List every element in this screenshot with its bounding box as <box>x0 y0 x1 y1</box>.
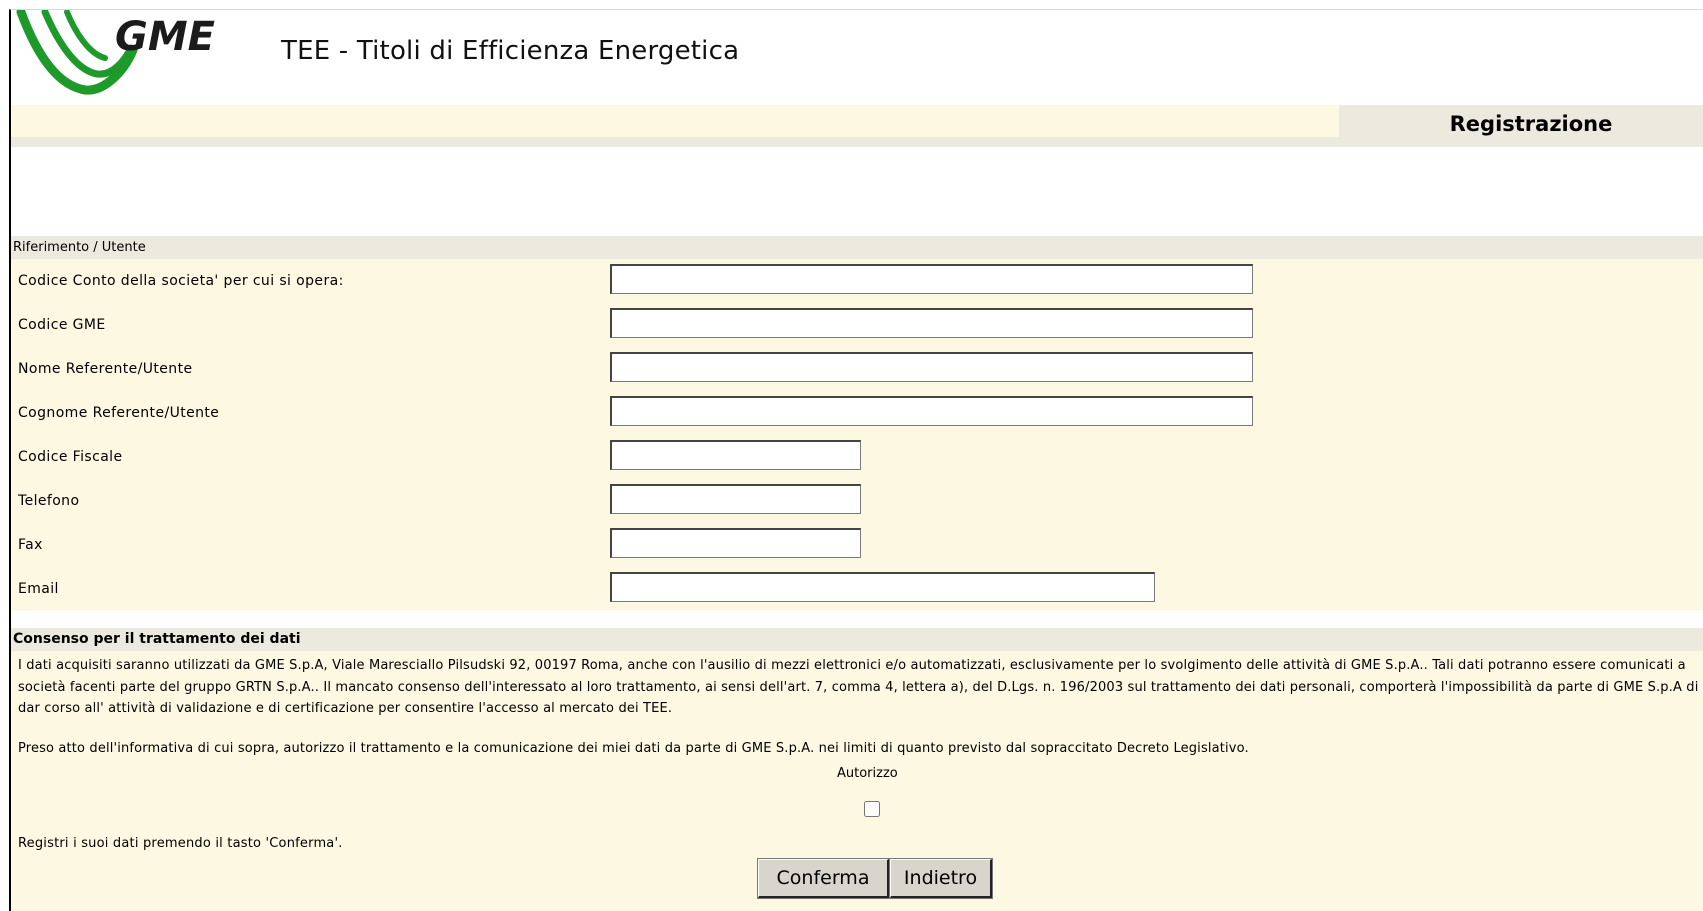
logo-text: GME <box>115 14 215 60</box>
row-nome: Nome Referente/Utente <box>11 347 1703 392</box>
label-fax: Fax <box>18 537 43 553</box>
section-consent-header: Consenso per il trattamento dei dati <box>11 628 1703 651</box>
fax-input[interactable] <box>610 528 861 558</box>
authorize-label: Autorizzo <box>837 766 898 781</box>
gme-logo: GME <box>15 10 215 100</box>
label-telefono: Telefono <box>18 493 80 509</box>
row-codice-gme: Codice GME <box>11 303 1703 348</box>
row-cognome: Cognome Referente/Utente <box>11 391 1703 436</box>
label-email: Email <box>18 581 59 597</box>
back-button[interactable]: Indietro <box>889 858 993 899</box>
row-fax: Fax <box>11 523 1703 568</box>
row-email: Email <box>11 567 1703 612</box>
page-frame: GME TEE - Titoli di Efficienza Energetic… <box>9 9 1703 911</box>
label-cognome: Cognome Referente/Utente <box>18 405 220 421</box>
nome-input[interactable] <box>610 352 1253 382</box>
row-telefono: Telefono <box>11 479 1703 524</box>
app-title: TEE - Titoli di Efficienza Energetica <box>281 36 740 66</box>
row-codice-conto: Codice Conto della societa' per cui si o… <box>11 259 1703 304</box>
page-heading: Registrazione <box>1339 105 1703 142</box>
codice-gme-input[interactable] <box>610 308 1253 338</box>
gme-logo-icon: GME <box>16 10 215 95</box>
confirm-button[interactable]: Conferma <box>757 858 890 899</box>
label-codice-conto: Codice Conto della societa' per cui si o… <box>18 273 344 289</box>
consent-block: I dati acquisiti saranno utilizzati da G… <box>11 651 1703 911</box>
cognome-input[interactable] <box>610 396 1253 426</box>
consent-text: I dati acquisiti saranno utilizzati da G… <box>18 658 1699 716</box>
section-user-header: Riferimento / Utente <box>11 236 1703 259</box>
consent-authorization-text: Preso atto dell'informativa di cui sopra… <box>18 741 1249 756</box>
row-codice-fiscale: Codice Fiscale <box>11 435 1703 480</box>
label-codice-gme: Codice GME <box>18 317 106 333</box>
codice-fiscale-input[interactable] <box>610 440 861 470</box>
email-input[interactable] <box>610 572 1155 602</box>
label-codice-fiscale: Codice Fiscale <box>18 449 123 465</box>
register-hint: Registri i suoi dati premendo il tasto '… <box>18 836 343 851</box>
codice-conto-input[interactable] <box>610 264 1253 294</box>
label-nome: Nome Referente/Utente <box>18 361 193 377</box>
authorize-checkbox[interactable] <box>864 801 880 817</box>
telefono-input[interactable] <box>610 484 861 514</box>
